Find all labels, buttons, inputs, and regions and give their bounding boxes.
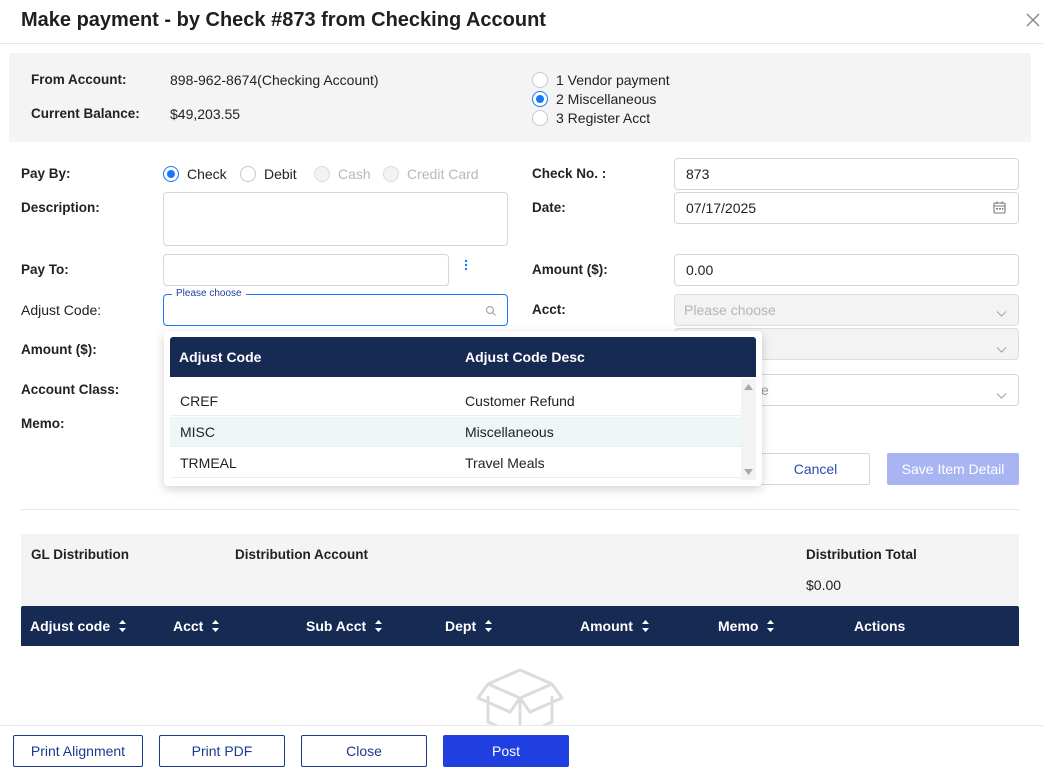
gl-distribution-label: GL Distribution bbox=[31, 547, 129, 562]
chevron-down-icon bbox=[996, 305, 1007, 321]
sort-icon[interactable] bbox=[211, 619, 220, 633]
pay-by-cash-radio bbox=[314, 166, 330, 182]
check-no-input[interactable]: 873 bbox=[674, 158, 1019, 190]
pay-to-label: Pay To: bbox=[21, 262, 69, 277]
adjust-code-float-label: Please choose bbox=[172, 288, 246, 299]
option-code: CREF bbox=[180, 393, 219, 409]
distribution-total-value: $0.00 bbox=[806, 577, 842, 593]
distribution-account-label: Distribution Account bbox=[235, 547, 368, 562]
pay-by-credit-card-radio bbox=[383, 166, 399, 182]
account-info-panel bbox=[9, 53, 1031, 142]
cancel-button[interactable]: Cancel bbox=[761, 453, 870, 485]
pay-by-check-radio[interactable] bbox=[163, 166, 179, 182]
dropdown-option-misc[interactable] bbox=[170, 417, 741, 447]
dropdown-option-cref[interactable] bbox=[170, 386, 741, 416]
register-acct-label: 3 Register Acct bbox=[556, 110, 651, 126]
miscellaneous-radio[interactable] bbox=[532, 91, 548, 107]
print-alignment-button[interactable]: Print Alignment bbox=[13, 735, 143, 767]
pay-by-check-label: Check bbox=[187, 166, 227, 182]
pay-by-debit-label: Debit bbox=[264, 166, 297, 182]
sort-icon[interactable] bbox=[484, 619, 493, 633]
acct-select: Please choose bbox=[674, 294, 1019, 326]
option-desc: Miscellaneous bbox=[465, 424, 554, 440]
pay-by-label: Pay By: bbox=[21, 166, 71, 181]
empty-box-icon bbox=[474, 666, 566, 725]
account-class-label: Account Class: bbox=[21, 382, 120, 397]
amount-label: Amount ($): bbox=[21, 342, 97, 357]
distribution-total-label: Distribution Total bbox=[806, 547, 917, 562]
post-button[interactable]: Post bbox=[443, 735, 569, 767]
pay-by-debit-radio[interactable] bbox=[240, 166, 256, 182]
option-desc: Customer Refund bbox=[465, 393, 575, 409]
pay-to-input[interactable] bbox=[163, 254, 449, 286]
check-no-label: Check No. : bbox=[532, 166, 607, 181]
sort-icon[interactable] bbox=[374, 619, 383, 633]
memo-label: Memo: bbox=[21, 416, 65, 431]
amount-input[interactable]: 0.00 bbox=[674, 254, 1019, 286]
vendor-payment-label: 1 Vendor payment bbox=[556, 72, 670, 88]
close-icon[interactable] bbox=[1026, 9, 1043, 29]
gl-distribution-panel bbox=[21, 534, 1019, 606]
close-button[interactable]: Close bbox=[301, 735, 427, 767]
dropdown-scrollbar[interactable] bbox=[741, 379, 756, 480]
column-acct[interactable]: Acct bbox=[173, 618, 220, 634]
description-textarea[interactable] bbox=[163, 192, 508, 246]
option-code: TRMEAL bbox=[180, 455, 237, 471]
pay-by-cash-label: Cash bbox=[338, 166, 371, 182]
column-adjust-code[interactable]: Adjust code bbox=[30, 618, 127, 634]
adjust-code-label: Adjust Code: bbox=[21, 302, 102, 318]
sort-icon[interactable] bbox=[118, 619, 127, 633]
footer-divider bbox=[0, 725, 1043, 726]
from-account-label: From Account: bbox=[31, 72, 127, 87]
amount-value: 0.00 bbox=[686, 262, 714, 278]
from-account-value: 898-962-8674(Checking Account) bbox=[170, 72, 379, 88]
dropdown-header-code: Adjust Code bbox=[179, 349, 262, 365]
description-label: Description: bbox=[21, 200, 100, 215]
print-pdf-button[interactable]: Print PDF bbox=[159, 735, 285, 767]
dept-placeholder-fragment: e bbox=[761, 382, 769, 398]
dropdown-header-desc: Adjust Code Desc bbox=[465, 349, 585, 365]
dropdown-option-trmeal[interactable] bbox=[170, 448, 741, 478]
option-desc: Travel Meals bbox=[465, 455, 545, 471]
column-actions: Actions bbox=[854, 618, 906, 634]
column-memo[interactable]: Memo bbox=[718, 618, 775, 634]
pay-by-credit-card-label: Credit Card bbox=[407, 166, 479, 182]
check-no-value: 873 bbox=[686, 166, 710, 182]
right-amount-label: Amount ($): bbox=[532, 262, 608, 277]
acct-placeholder: Please choose bbox=[684, 302, 776, 318]
vendor-payment-radio[interactable] bbox=[532, 72, 548, 88]
chevron-down-icon bbox=[996, 387, 1007, 403]
dialog-title: Make payment - by Check #873 from Checki… bbox=[21, 9, 546, 31]
calendar-icon[interactable] bbox=[993, 201, 1006, 217]
header-divider bbox=[0, 43, 1043, 44]
more-options-icon[interactable] bbox=[462, 259, 470, 273]
register-acct-radio[interactable] bbox=[532, 110, 548, 126]
date-label: Date: bbox=[532, 200, 566, 215]
option-code: MISC bbox=[180, 424, 215, 440]
section-divider bbox=[21, 509, 1019, 510]
sort-icon[interactable] bbox=[766, 619, 775, 633]
save-item-detail-button: Save Item Detail bbox=[887, 453, 1019, 485]
column-sub-acct[interactable]: Sub Acct bbox=[306, 618, 383, 634]
acct-label: Acct: bbox=[532, 302, 566, 317]
balance-value: $49,203.55 bbox=[170, 106, 241, 122]
column-dept[interactable]: Dept bbox=[445, 618, 493, 634]
date-value: 07/17/2025 bbox=[686, 200, 757, 216]
date-input[interactable]: 07/17/2025 bbox=[674, 192, 1019, 224]
column-amount[interactable]: Amount bbox=[580, 618, 650, 634]
balance-label: Current Balance: bbox=[31, 106, 140, 121]
chevron-down-icon bbox=[996, 341, 1007, 357]
miscellaneous-label: 2 Miscellaneous bbox=[556, 91, 657, 107]
search-icon bbox=[485, 304, 497, 316]
sort-icon[interactable] bbox=[641, 619, 650, 633]
